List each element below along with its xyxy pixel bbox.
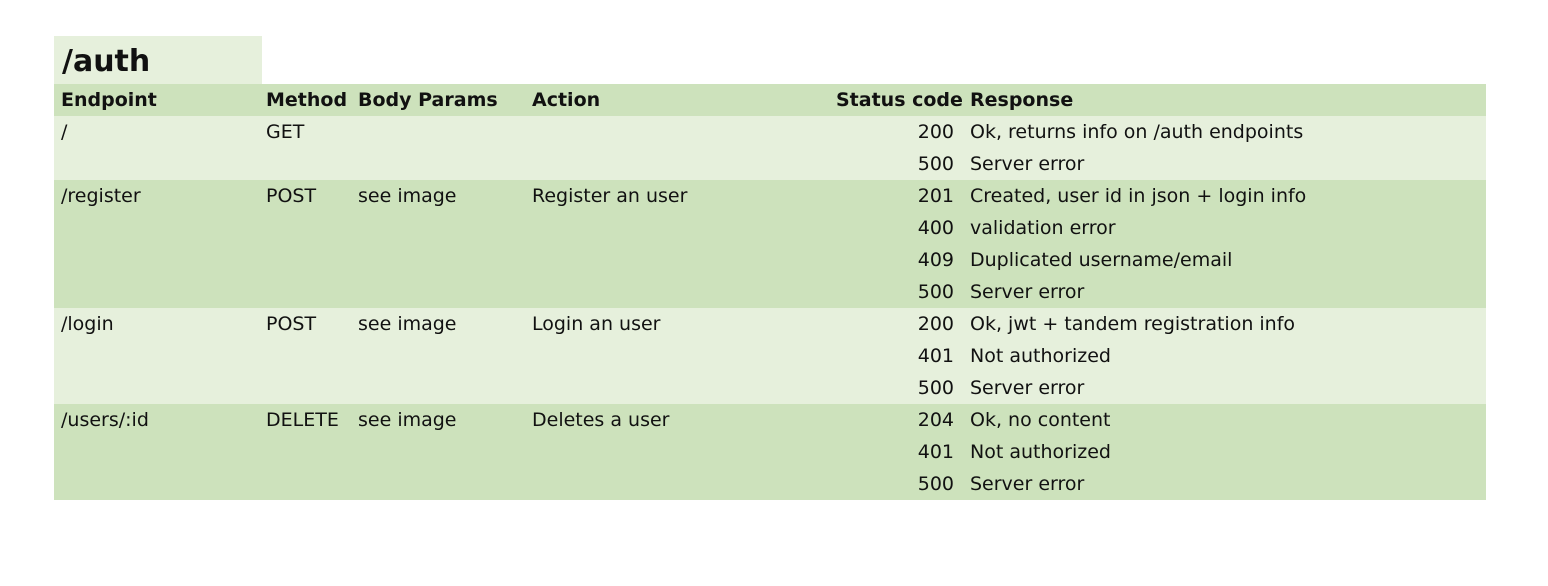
cell-body-params[interactable]: see image xyxy=(358,308,532,340)
cell-response[interactable]: Ok, returns info on /auth endpoints xyxy=(962,116,1486,148)
column-header-body-params[interactable]: Body Params xyxy=(358,84,532,116)
table-row: /register POST see image Register an user 20… xyxy=(54,180,1486,212)
cell-action[interactable]: Register an user xyxy=(532,180,836,212)
table-row: /login POST see image Login an user 200 Ok, j… xyxy=(54,308,1486,340)
cell-method[interactable] xyxy=(262,212,358,244)
cell-response[interactable]: Ok, no content xyxy=(962,404,1486,436)
cell-action[interactable]: Deletes a user xyxy=(532,404,836,436)
cell-body-params[interactable] xyxy=(358,148,532,180)
table-row: 500 Server error xyxy=(54,468,1486,500)
cell-endpoint[interactable] xyxy=(54,276,262,308)
cell-response[interactable]: Not authorized xyxy=(962,340,1486,372)
cell-response[interactable]: Created, user id in json + login info xyxy=(962,180,1486,212)
cell-response[interactable]: Not authorized xyxy=(962,436,1486,468)
endpoint-group: / GET 200 Ok, returns info on /auth endpoin… xyxy=(54,116,1486,180)
cell-action[interactable] xyxy=(532,148,836,180)
sheet-title: /auth xyxy=(54,36,262,84)
cell-response[interactable]: validation error xyxy=(962,212,1486,244)
cell-action[interactable] xyxy=(532,468,836,500)
column-header-action[interactable]: Action xyxy=(532,84,836,116)
cell-endpoint[interactable] xyxy=(54,468,262,500)
cell-endpoint[interactable] xyxy=(54,244,262,276)
cell-body-params[interactable] xyxy=(358,372,532,404)
cell-status-code[interactable]: 400 xyxy=(836,212,962,244)
cell-body-params[interactable] xyxy=(358,468,532,500)
endpoint-group: /register POST see image Register an user 20… xyxy=(54,180,1486,308)
cell-body-params[interactable] xyxy=(358,116,532,148)
cell-method[interactable] xyxy=(262,276,358,308)
cell-response[interactable]: Ok, jwt + tandem registration info xyxy=(962,308,1486,340)
endpoints-table: Endpoint Method Body Params Action Statu… xyxy=(54,84,1486,500)
cell-endpoint[interactable] xyxy=(54,436,262,468)
cell-endpoint[interactable] xyxy=(54,148,262,180)
cell-status-code[interactable]: 204 xyxy=(836,404,962,436)
cell-status-code[interactable]: 401 xyxy=(836,436,962,468)
cell-status-code[interactable]: 500 xyxy=(836,276,962,308)
table-row: 401 Not authorized xyxy=(54,340,1486,372)
cell-method[interactable] xyxy=(262,372,358,404)
spreadsheet: /auth Endpoint Method Body Params Action… xyxy=(54,36,1486,500)
cell-status-code[interactable]: 409 xyxy=(836,244,962,276)
cell-status-code[interactable]: 500 xyxy=(836,372,962,404)
cell-action[interactable]: Login an user xyxy=(532,308,836,340)
cell-endpoint[interactable]: /register xyxy=(54,180,262,212)
table-row: 500 Server error xyxy=(54,148,1486,180)
cell-body-params[interactable] xyxy=(358,276,532,308)
cell-body-params[interactable] xyxy=(358,340,532,372)
table-row: 500 Server error xyxy=(54,276,1486,308)
cell-status-code[interactable]: 401 xyxy=(836,340,962,372)
cell-body-params[interactable]: see image xyxy=(358,404,532,436)
cell-status-code[interactable]: 200 xyxy=(836,116,962,148)
table-row: / GET 200 Ok, returns info on /auth endpoin… xyxy=(54,116,1486,148)
cell-endpoint[interactable]: /login xyxy=(54,308,262,340)
cell-status-code[interactable]: 201 xyxy=(836,180,962,212)
column-header-method[interactable]: Method xyxy=(262,84,358,116)
column-header-endpoint[interactable]: Endpoint xyxy=(54,84,262,116)
cell-action[interactable] xyxy=(532,436,836,468)
cell-method[interactable] xyxy=(262,244,358,276)
table-row: 409 Duplicated username/email xyxy=(54,244,1486,276)
cell-action[interactable] xyxy=(532,212,836,244)
cell-status-code[interactable]: 500 xyxy=(836,468,962,500)
cell-action[interactable] xyxy=(532,244,836,276)
cell-method[interactable]: POST xyxy=(262,180,358,212)
cell-method[interactable] xyxy=(262,468,358,500)
header-row: Endpoint Method Body Params Action Statu… xyxy=(54,84,1486,116)
cell-action[interactable] xyxy=(532,276,836,308)
cell-action[interactable] xyxy=(532,372,836,404)
table-row: 500 Server error xyxy=(54,372,1486,404)
cell-body-params[interactable]: see image xyxy=(358,180,532,212)
cell-action[interactable] xyxy=(532,116,836,148)
cell-response[interactable]: Server error xyxy=(962,372,1486,404)
cell-body-params[interactable] xyxy=(358,244,532,276)
cell-body-params[interactable] xyxy=(358,436,532,468)
table-row: /users/:id DELETE see image Deletes a user 2… xyxy=(54,404,1486,436)
cell-action[interactable] xyxy=(532,340,836,372)
cell-method[interactable] xyxy=(262,340,358,372)
cell-response[interactable]: Duplicated username/email xyxy=(962,244,1486,276)
endpoint-group: /users/:id DELETE see image Deletes a user 2… xyxy=(54,404,1486,500)
cell-endpoint[interactable]: / xyxy=(54,116,262,148)
endpoint-group: /login POST see image Login an user 200 Ok, j… xyxy=(54,308,1486,404)
cell-body-params[interactable] xyxy=(358,212,532,244)
cell-endpoint[interactable] xyxy=(54,212,262,244)
cell-status-code[interactable]: 500 xyxy=(836,148,962,180)
cell-method[interactable]: POST xyxy=(262,308,358,340)
cell-response[interactable]: Server error xyxy=(962,276,1486,308)
cell-endpoint[interactable] xyxy=(54,372,262,404)
table-row: 400 validation error xyxy=(54,212,1486,244)
column-header-response[interactable]: Response xyxy=(962,84,1486,116)
cell-method[interactable] xyxy=(262,436,358,468)
cell-endpoint[interactable] xyxy=(54,340,262,372)
column-header-status-code[interactable]: Status code xyxy=(836,84,962,116)
cell-response[interactable]: Server error xyxy=(962,148,1486,180)
table-row: 401 Not authorized xyxy=(54,436,1486,468)
cell-status-code[interactable]: 200 xyxy=(836,308,962,340)
cell-response[interactable]: Server error xyxy=(962,468,1486,500)
cell-endpoint[interactable]: /users/:id xyxy=(54,404,262,436)
cell-method[interactable]: DELETE xyxy=(262,404,358,436)
cell-method[interactable]: GET xyxy=(262,116,358,148)
cell-method[interactable] xyxy=(262,148,358,180)
